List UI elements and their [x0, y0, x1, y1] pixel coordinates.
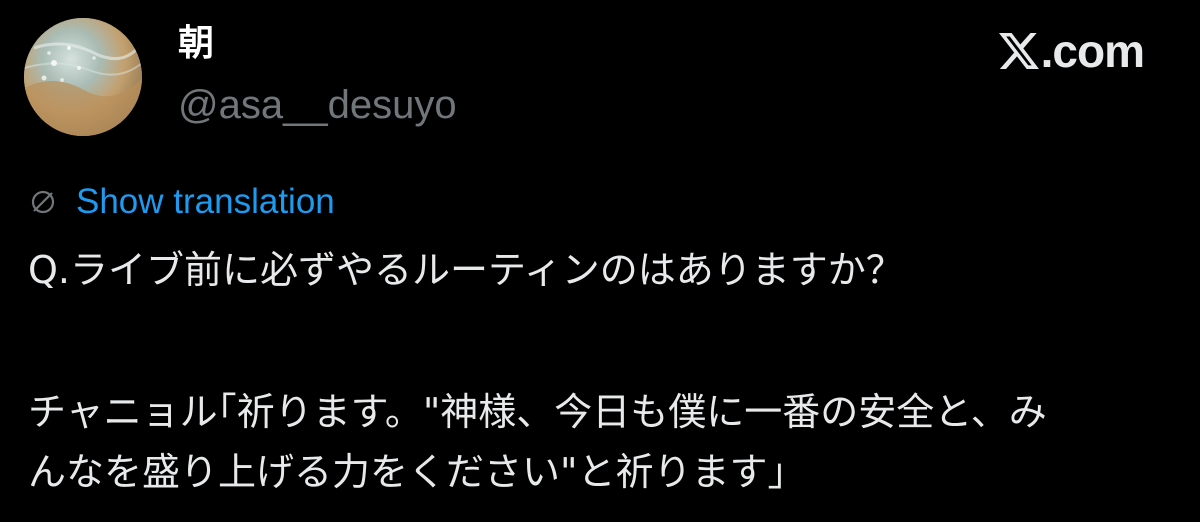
show-translation-link[interactable]: Show translation	[30, 180, 335, 224]
display-name[interactable]: 朝	[178, 22, 214, 66]
avatar[interactable]	[24, 18, 142, 136]
globe-icon	[31, 190, 55, 214]
brand-label: .com	[1040, 25, 1145, 77]
avatar-image	[24, 18, 142, 136]
user-handle[interactable]: @asa__desuyo	[178, 82, 457, 128]
tweet-line: Q.ライブ前に必ずやるルーティンのはありますか？	[28, 248, 904, 292]
tweet-line: チャニョル｢祈ります。"神様、今日も僕に一番の安全と、み	[28, 390, 1047, 434]
tweet-line: んなを盛り上げる力をください"と祈ります｣	[28, 450, 787, 494]
x-logo-icon	[998, 33, 1039, 69]
show-translation-label[interactable]: Show translation	[76, 180, 335, 224]
tweet-text: Q.ライブ前に必ずやるルーティンのはありますか？ チャニョル｢祈ります。"神様、…	[28, 240, 1178, 502]
brand-watermark: .com	[998, 24, 1145, 78]
